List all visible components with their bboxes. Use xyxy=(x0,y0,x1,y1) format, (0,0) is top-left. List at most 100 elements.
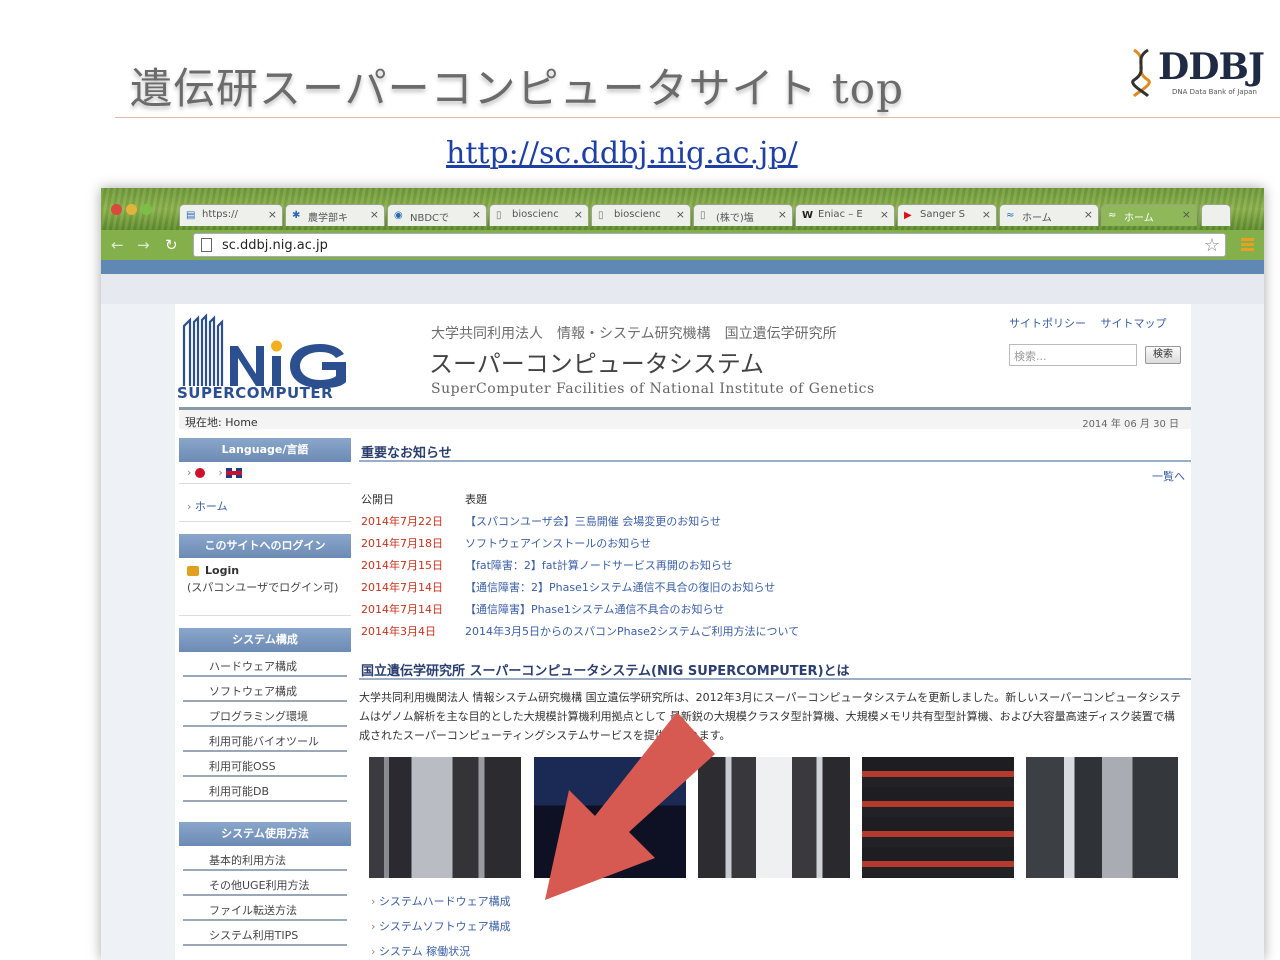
column-header-date: 公開日 xyxy=(361,493,394,506)
news-title-link[interactable]: 【通信障害：2】Phase1システム通信不具合の復旧のお知らせ xyxy=(463,576,803,598)
tab-2[interactable]: ✱ 農学部キ × xyxy=(285,204,385,226)
back-arrow-icon[interactable]: ← xyxy=(111,236,124,254)
breadcrumb-text: 現在地: Home xyxy=(185,416,258,429)
nig-logo-subtitle: SUPERCOMPUTER xyxy=(177,384,334,402)
ddbj-logo-text: DDBJ xyxy=(1158,46,1265,88)
organization-name: 大学共同利用法人 情報・システム研究機構 国立遺伝学研究所 xyxy=(431,326,837,342)
system-config-heading: システム構成 xyxy=(179,628,351,652)
status-link[interactable]: システム 稼働状況 xyxy=(359,937,1191,960)
youtube-icon: ▶ xyxy=(904,210,912,221)
tab-strip: ▤ https:// × ✱ 農学部キ × ◉ NBDCで × ▯ bioscienc × ▯ b… xyxy=(101,188,1264,230)
reload-icon[interactable]: ↻ xyxy=(165,236,178,254)
close-tab-icon[interactable]: × xyxy=(1084,208,1093,221)
close-tab-icon[interactable]: × xyxy=(472,208,481,221)
news-title-link[interactable]: 【fat障害：2】fat計算ノードサービス再開のお知らせ xyxy=(463,554,803,576)
sidebar-item-tips[interactable]: システム利用TIPS xyxy=(183,921,347,946)
news-header-row: 公開日 表題 xyxy=(359,488,803,510)
news-row: 2014年3月4日 2014年3月5日からのスパコンPhase2システムご利用方法… xyxy=(359,620,803,642)
sidebar-item-software[interactable]: ソフトウェア構成 xyxy=(183,677,347,702)
sidebar-item-label: ホーム xyxy=(194,500,228,513)
tab-1[interactable]: ▤ https:// × xyxy=(179,204,283,226)
site-url-link[interactable]: http://sc.ddbj.nig.ac.jp/ xyxy=(446,136,798,171)
news-title-link[interactable]: 【通信障害】Phase1システム通信不具合のお知らせ xyxy=(463,598,803,620)
news-title-link[interactable]: 2014年3月5日からのスパコンPhase2システムご利用方法について xyxy=(463,620,803,642)
search-button[interactable]: 検索 xyxy=(1145,346,1181,364)
news-title-link[interactable]: ソフトウェアインストールのお知らせ xyxy=(463,532,803,554)
tab-label: Eniac – E xyxy=(818,209,863,220)
news-row: 2014年7月18日 ソフトウェアインストールのお知らせ xyxy=(359,532,803,554)
sidebar-item-hardware[interactable]: ハードウェア構成 xyxy=(183,652,347,677)
hardware-link[interactable]: システムハードウェア構成 xyxy=(359,887,1191,912)
sidebar-item-biotools[interactable]: 利用可能バイオツール xyxy=(183,727,347,752)
page-icon: ▤ xyxy=(186,210,196,221)
sidebar-item-programming[interactable]: プログラミング環境 xyxy=(183,702,347,727)
close-tab-icon[interactable]: × xyxy=(1182,208,1191,221)
tab-8[interactable]: ▶ Sanger S × xyxy=(897,204,997,226)
document-icon: ▯ xyxy=(598,210,604,221)
address-bar[interactable]: sc.ddbj.nig.ac.jp ☆ xyxy=(193,233,1226,257)
sidebar-item-db[interactable]: 利用可能DB xyxy=(183,777,347,802)
machine-room-photo xyxy=(1026,757,1178,878)
sidebar-item-basic-usage[interactable]: 基本的利用方法 xyxy=(183,846,347,871)
news-heading: 重要なお知らせ xyxy=(359,438,1191,462)
search-input[interactable]: 検索... xyxy=(1009,344,1137,366)
sidebar-item-oss[interactable]: 利用可能OSS xyxy=(183,752,347,777)
intro-text: 大学共同利用機関法人 情報システム研究機構 国立遺伝学研究所は、2012年3月に… xyxy=(359,691,1182,742)
close-tab-icon[interactable]: × xyxy=(268,208,277,221)
japanese-flag-icon[interactable] xyxy=(194,468,205,478)
server-room-photo xyxy=(369,757,521,878)
tab-label: ホーム xyxy=(1022,213,1052,224)
news-row: 2014年7月14日 【通信障害：2】Phase1システム通信不具合の復旧のお知ら… xyxy=(359,576,803,598)
news-date: 2014年7月15日 xyxy=(361,559,443,572)
news-row: 2014年7月22日 【スパコンユーザ会】三島開催 会場変更のお知らせ xyxy=(359,510,803,532)
tab-4[interactable]: ▯ bioscienc × xyxy=(489,204,589,226)
close-tab-icon[interactable]: × xyxy=(370,208,379,221)
main-content: 重要なお知らせ 一覧へ 公開日 表題 2014年7月22日 【スパコンユーザ会】三… xyxy=(359,438,1191,960)
close-tab-icon[interactable]: × xyxy=(880,208,889,221)
tab-label: 農学部キ xyxy=(308,213,348,224)
new-tab-button[interactable] xyxy=(1201,204,1231,226)
tab-10-active[interactable]: ≈ ホーム × xyxy=(1101,204,1197,226)
tab-3[interactable]: ◉ NBDCで × xyxy=(387,204,487,226)
system-links: システムハードウェア構成 システムソフトウェア構成 システム 稼働状況 xyxy=(359,887,1191,960)
news-table: 公開日 表題 2014年7月22日 【スパコンユーザ会】三島開催 会場変更のお知ら… xyxy=(359,488,803,642)
tab-label: ホーム xyxy=(1124,213,1154,224)
maximize-window-icon[interactable] xyxy=(141,204,152,215)
site-top-bar xyxy=(101,260,1264,274)
close-tab-icon[interactable]: × xyxy=(676,208,685,221)
page-icon xyxy=(201,238,212,252)
close-tab-icon[interactable]: × xyxy=(982,208,991,221)
server-aisle-photo xyxy=(698,757,850,878)
forward-arrow-icon[interactable]: → xyxy=(137,236,150,254)
site-map-link[interactable]: サイトマップ xyxy=(1101,317,1167,330)
sidebar-item-home[interactable]: › ホーム xyxy=(179,484,351,522)
site-policy-link[interactable]: サイトポリシー xyxy=(1009,317,1086,330)
sidebar-item-uge[interactable]: その他UGE利用方法 xyxy=(183,871,347,896)
close-window-icon[interactable] xyxy=(111,204,122,215)
tab-5[interactable]: ▯ bioscienc × xyxy=(591,204,691,226)
tab-6[interactable]: ▯ (株で)塩 × xyxy=(693,204,793,226)
sidebar-item-file-transfer[interactable]: ファイル転送方法 xyxy=(183,896,347,921)
wikipedia-icon: W xyxy=(802,210,814,221)
dna-helix-icon xyxy=(1131,48,1151,98)
storage-array-photo xyxy=(862,757,1014,878)
tab-9[interactable]: ≈ ホーム × xyxy=(999,204,1099,226)
login-link[interactable]: Login xyxy=(205,564,239,577)
close-tab-icon[interactable]: × xyxy=(574,208,583,221)
uk-flag-icon[interactable] xyxy=(226,468,243,478)
menu-icon[interactable] xyxy=(1241,238,1254,251)
wave-icon: ≈ xyxy=(1006,210,1015,221)
close-tab-icon[interactable]: × xyxy=(778,208,787,221)
system-usage-heading: システム使用方法 xyxy=(179,822,351,846)
document-icon: ▯ xyxy=(700,210,706,221)
news-row: 2014年7月14日 【通信障害】Phase1システム通信不具合のお知らせ xyxy=(359,598,803,620)
current-date: 2014 年 06 月 30 日 xyxy=(1082,419,1179,430)
minimize-window-icon[interactable] xyxy=(126,204,137,215)
annotation-arrow xyxy=(545,712,715,900)
software-link[interactable]: システムソフトウェア構成 xyxy=(359,912,1191,937)
news-all-link[interactable]: 一覧へ xyxy=(359,462,1191,484)
news-title-link[interactable]: 【スパコンユーザ会】三島開催 会場変更のお知らせ xyxy=(463,510,803,532)
tab-7[interactable]: W Eniac – E × xyxy=(795,204,895,226)
news-date: 2014年7月18日 xyxy=(361,537,443,550)
bookmark-star-icon[interactable]: ☆ xyxy=(1204,235,1220,256)
